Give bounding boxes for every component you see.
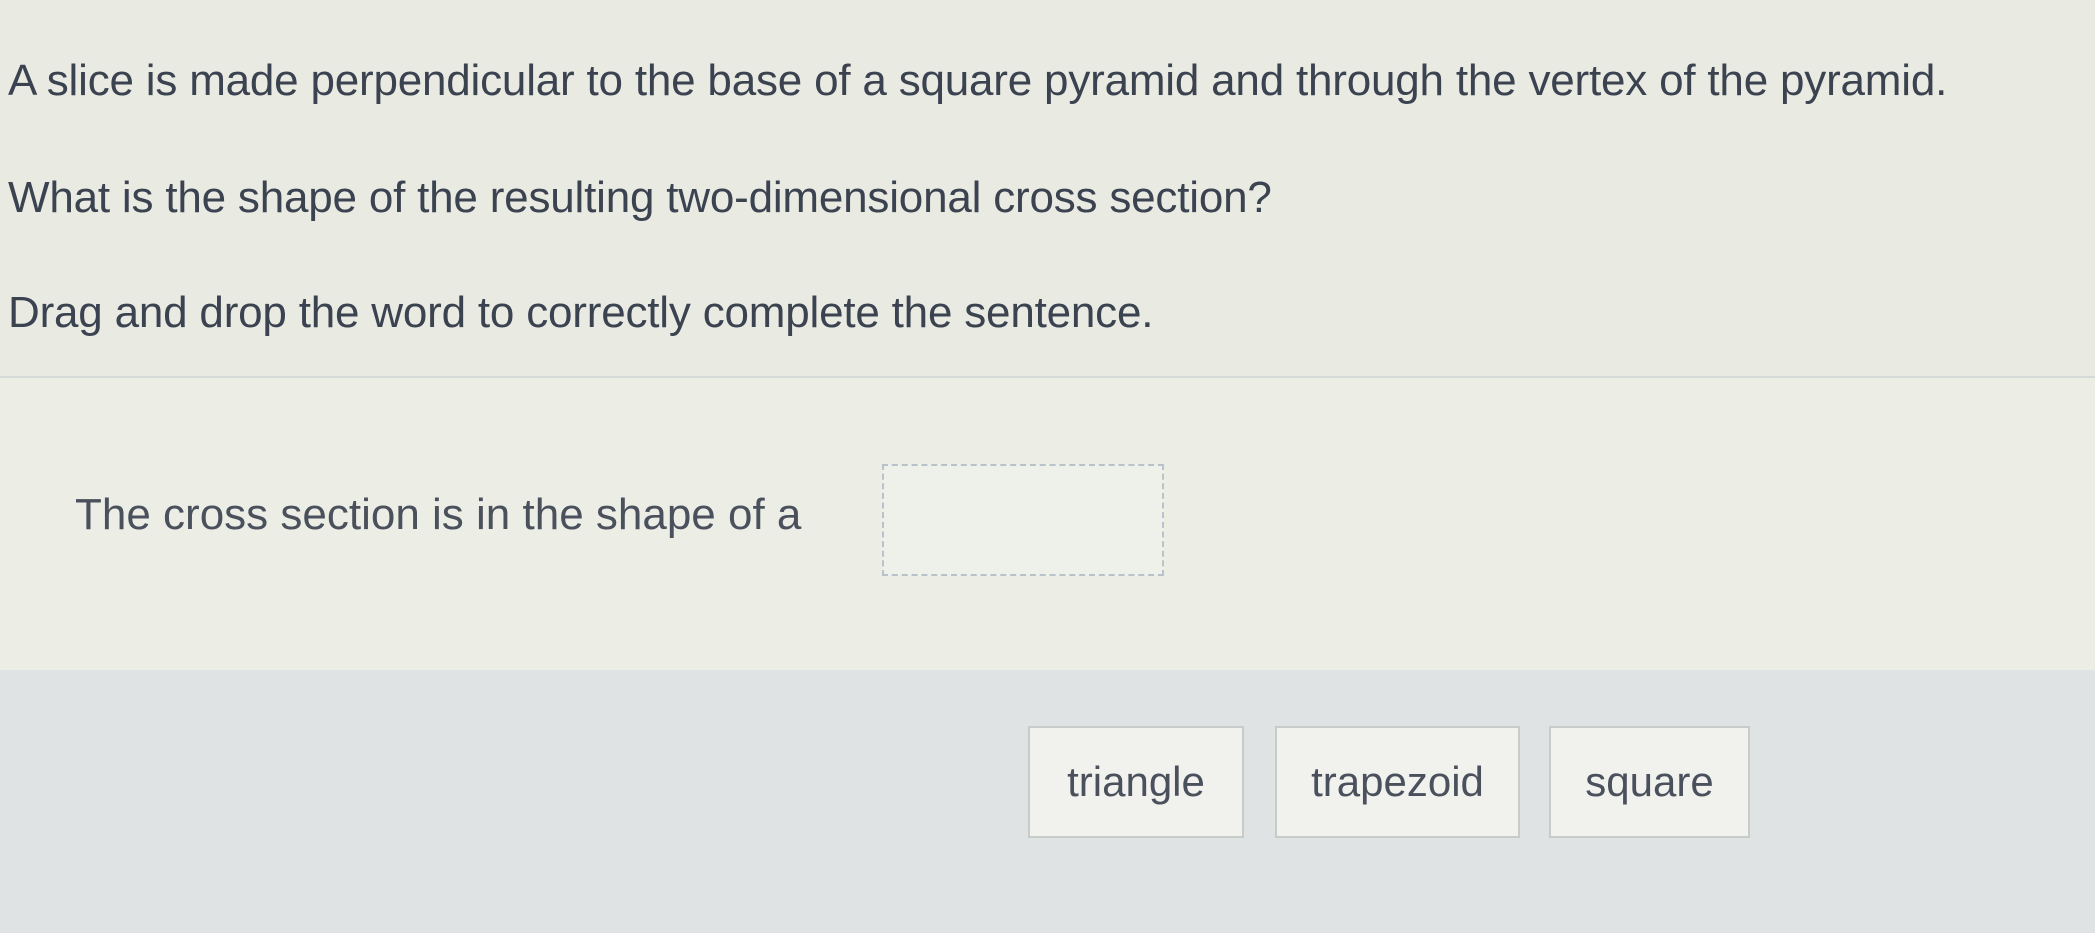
answer-choices-panel: triangle trapezoid square: [0, 670, 2095, 933]
choice-triangle[interactable]: triangle: [1028, 726, 1244, 838]
sentence-area: The cross section is in the shape of a: [0, 378, 2095, 670]
instruction-text: Drag and drop the word to correctly comp…: [8, 288, 1154, 337]
sentence-text: The cross section is in the shape of a: [75, 490, 802, 539]
choice-trapezoid[interactable]: trapezoid: [1275, 726, 1520, 838]
question-text-line-2: What is the shape of the resulting two-d…: [8, 173, 1272, 222]
answer-drop-zone[interactable]: [882, 464, 1164, 576]
choice-square[interactable]: square: [1549, 726, 1750, 838]
question-text-line-1: A slice is made perpendicular to the bas…: [8, 56, 1948, 105]
